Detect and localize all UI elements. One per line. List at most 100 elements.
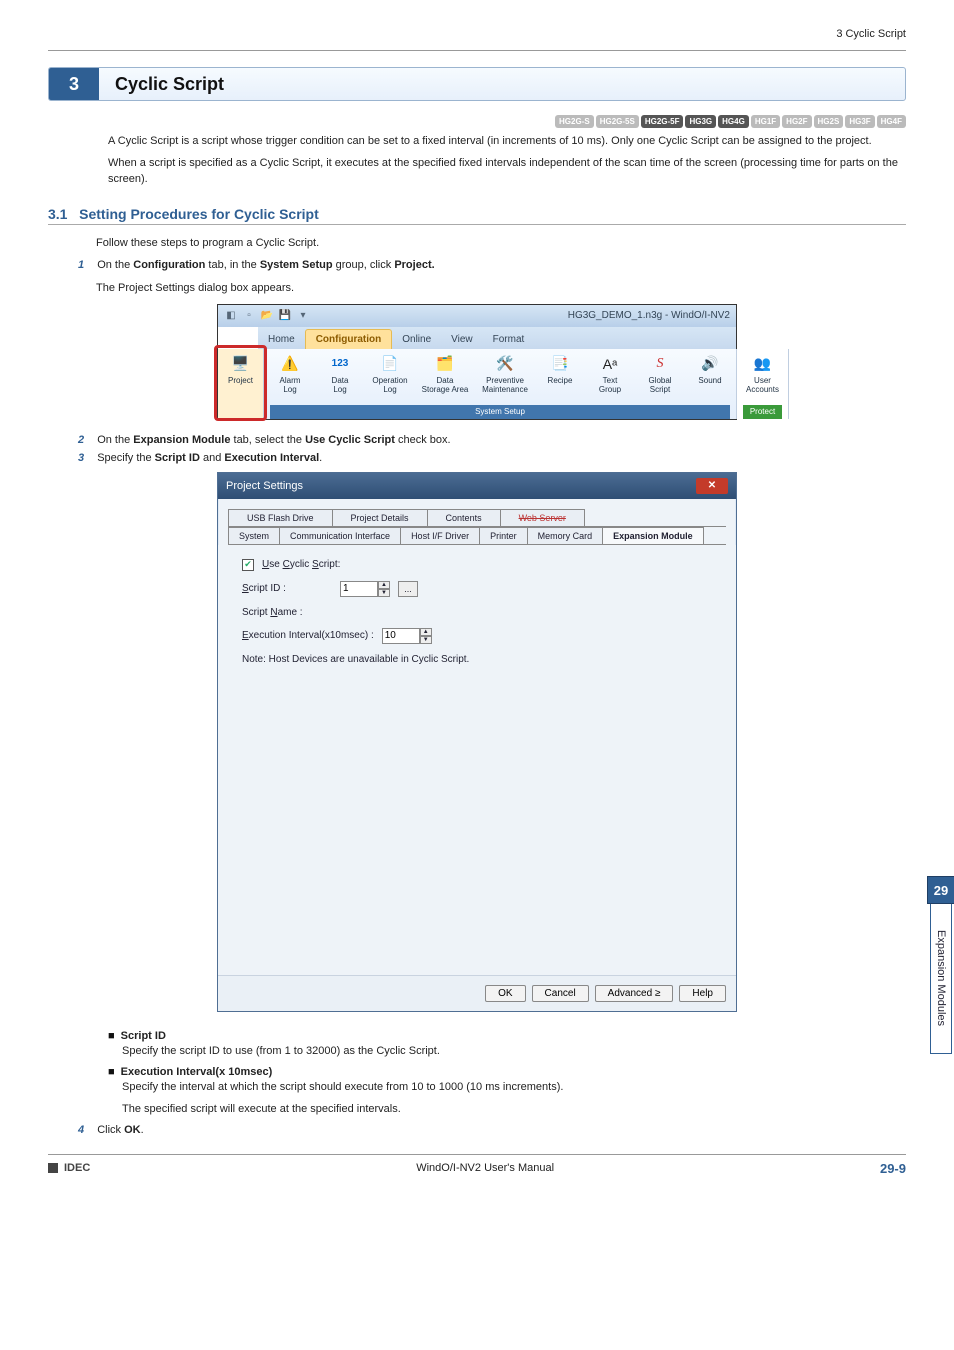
global-script-label: Global Script: [648, 377, 671, 395]
tab-view[interactable]: View: [441, 330, 483, 349]
exec-interval-spinner[interactable]: ▲▼: [382, 628, 432, 644]
step-1-bold-project: Project.: [394, 259, 434, 271]
chapter-number: 3: [49, 68, 99, 100]
bullet-exec-body-1: Specify the interval at which the script…: [122, 1080, 906, 1096]
script-id-browse-button[interactable]: ...: [398, 581, 418, 597]
model-badge: HG3G: [685, 115, 716, 128]
tab-online[interactable]: Online: [392, 330, 441, 349]
spin-down-icon[interactable]: ▼: [420, 636, 432, 644]
project-label: Project: [228, 377, 253, 386]
exec-interval-input[interactable]: [382, 628, 420, 644]
app-window-title: HG3G_DEMO_1.n3g - WindO/I-NV2: [568, 310, 730, 321]
step-1-bold-system: System Setup: [260, 259, 333, 271]
model-badge: HG2S: [814, 115, 844, 128]
side-chapter-tab: 29 Expansion Modules: [926, 876, 954, 1056]
sound-icon[interactable]: 🔊: [699, 353, 721, 375]
model-badge: HG4G: [718, 115, 749, 128]
step-2: 2 On the Expansion Module tab, select th…: [78, 434, 906, 446]
step-1-text-c: tab, in the: [205, 259, 259, 271]
section-rule: [48, 224, 906, 225]
section-title: Setting Procedures for Cyclic Script: [79, 206, 319, 222]
cancel-button[interactable]: Cancel: [532, 985, 589, 1002]
step-1-text-e: group, click: [333, 259, 395, 271]
ribbon-group-project[interactable]: 🖥️ Project: [218, 349, 264, 419]
bullet-exec-head: ■Execution Interval(x 10msec): [108, 1066, 906, 1078]
alarm-log-label: Alarm Log: [280, 377, 301, 395]
quick-access-toolbar: ◧ ▫ 📂 💾 ▾: [224, 309, 310, 323]
project-settings-dialog: Project Settings ✕ USB Flash DriveProjec…: [217, 472, 737, 1012]
dialog-tab[interactable]: Contents: [427, 509, 501, 526]
model-badge: HG1F: [751, 115, 780, 128]
step-2-bold-tab: Expansion Module: [133, 434, 230, 446]
qat-dropdown-icon[interactable]: ▾: [296, 309, 310, 323]
ribbon-app-button[interactable]: [218, 327, 258, 349]
operation-log-label: Operation Log: [372, 377, 407, 395]
bullet-script-id-title: Script ID: [121, 1030, 166, 1042]
text-group-icon[interactable]: Aᵃ: [599, 353, 621, 375]
spin-up-icon[interactable]: ▲: [378, 581, 390, 589]
script-id-input[interactable]: [340, 581, 378, 597]
ok-button[interactable]: OK: [485, 985, 525, 1002]
spin-down-icon[interactable]: ▼: [378, 589, 390, 597]
step-4-text-c: .: [141, 1124, 144, 1136]
dialog-tab[interactable]: Printer: [479, 527, 528, 544]
ribbon-screenshot: ◧ ▫ 📂 💾 ▾ HG3G_DEMO_1.n3g - WindO/I-NV2 …: [217, 304, 737, 420]
data-storage-icon[interactable]: 🗂️: [434, 353, 456, 375]
dialog-tab[interactable]: Communication Interface: [279, 527, 401, 544]
side-chapter-number: 29: [927, 876, 954, 904]
dialog-note: Note: Host Devices are unavailable in Cy…: [242, 654, 712, 665]
footer-manual-title: WindO/I-NV2 User's Manual: [416, 1162, 554, 1174]
system-setup-footer: System Setup: [270, 405, 730, 419]
dialog-tab[interactable]: Project Details: [332, 509, 428, 526]
dialog-titlebar: Project Settings ✕: [218, 473, 736, 499]
dialog-tab[interactable]: USB Flash Drive: [228, 509, 333, 526]
dialog-tab[interactable]: Web Server: [500, 509, 585, 526]
top-rule: [48, 50, 906, 51]
dialog-tab[interactable]: Expansion Module: [602, 527, 704, 544]
dialog-tab[interactable]: Memory Card: [527, 527, 604, 544]
ribbon-titlebar: ◧ ▫ 📂 💾 ▾ HG3G_DEMO_1.n3g - WindO/I-NV2: [218, 305, 736, 327]
tab-format[interactable]: Format: [483, 330, 535, 349]
brand-block-icon: [48, 1163, 58, 1173]
open-file-icon[interactable]: 📂: [260, 309, 274, 323]
footer-page-number: 29-9: [880, 1161, 906, 1176]
preventive-label: Preventive Maintenance: [482, 377, 528, 395]
use-cyclic-checkbox[interactable]: ✔: [242, 559, 254, 571]
section-number: 3.1: [48, 206, 67, 222]
step-3-text-a: Specify the: [97, 452, 154, 464]
dialog-tab[interactable]: System: [228, 527, 280, 544]
recipe-icon[interactable]: 📑: [549, 353, 571, 375]
step-4: 4 Click OK.: [78, 1124, 906, 1136]
advanced-button[interactable]: Advanced ≥: [595, 985, 674, 1002]
save-file-icon[interactable]: 💾: [278, 309, 292, 323]
step-2-number: 2: [78, 434, 84, 446]
dialog-button-row: OK Cancel Advanced ≥ Help: [218, 975, 736, 1011]
user-accounts-icon[interactable]: 👥: [752, 353, 774, 375]
step-3-number: 3: [78, 452, 84, 464]
step-2-text-e: check box.: [395, 434, 451, 446]
data-log-icon[interactable]: 123: [329, 353, 351, 375]
operation-log-icon[interactable]: 📄: [379, 353, 401, 375]
dialog-tab[interactable]: Host I/F Driver: [400, 527, 480, 544]
close-icon[interactable]: ✕: [696, 478, 728, 494]
project-icon: 🖥️: [230, 353, 252, 375]
step-1-bold-config: Configuration: [133, 259, 205, 271]
page-footer: IDEC WindO/I-NV2 User's Manual 29-9: [48, 1154, 906, 1176]
app-menu-icon[interactable]: ◧: [224, 309, 238, 323]
alarm-log-icon[interactable]: ⚠️: [279, 353, 301, 375]
tab-home[interactable]: Home: [258, 330, 305, 349]
script-id-spinner[interactable]: ▲▼: [340, 581, 390, 597]
section-intro: Follow these steps to program a Cyclic S…: [96, 237, 906, 249]
help-button[interactable]: Help: [679, 985, 726, 1002]
preventive-icon[interactable]: 🛠️: [494, 353, 516, 375]
ribbon-tabs: Home Configuration Online View Format: [218, 327, 736, 349]
new-file-icon[interactable]: ▫: [242, 309, 256, 323]
bullet-script-id-body: Specify the script ID to use (from 1 to …: [122, 1044, 906, 1060]
model-badge-row: HG2G-SHG2G-5SHG2G-5FHG3GHG4GHG1FHG2FHG2S…: [48, 115, 906, 128]
global-script-icon[interactable]: S: [649, 353, 671, 375]
data-storage-label: Data Storage Area: [422, 377, 469, 395]
spin-up-icon[interactable]: ▲: [420, 628, 432, 636]
bullet-exec-body-2: The specified script will execute at the…: [122, 1102, 906, 1118]
tab-configuration[interactable]: Configuration: [305, 329, 393, 349]
section-heading: 3.1 Setting Procedures for Cyclic Script: [48, 206, 906, 222]
